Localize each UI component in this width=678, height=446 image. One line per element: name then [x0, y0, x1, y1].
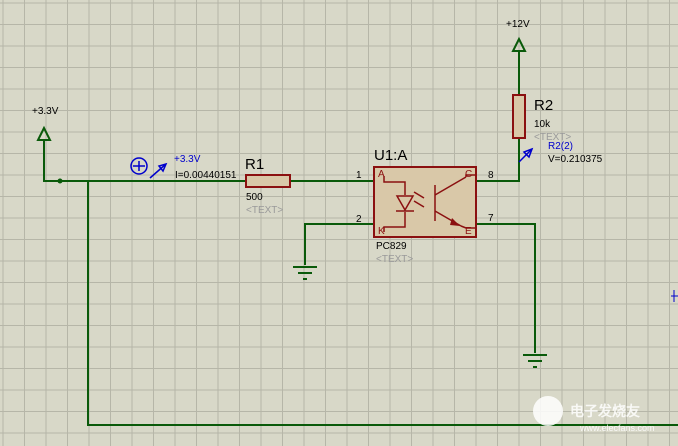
pin-number-8: 8 — [488, 170, 494, 181]
r1-text-placeholder: <TEXT> — [246, 205, 283, 216]
pin-number-1: 1 — [356, 170, 362, 181]
pin-label-collector: C — [465, 169, 472, 180]
resistor-r2[interactable]: R2 10k <TEXT> — [512, 94, 571, 143]
junction-dot — [57, 178, 63, 184]
voltage-probe-name: R2(2) — [548, 141, 573, 152]
ground-symbol-right[interactable] — [523, 354, 547, 368]
optocoupler-u1[interactable]: U1:A PC829 <TEXT> 1 2 8 7 A K C E — [356, 147, 494, 265]
wire-pin2-to-ground — [304, 223, 374, 265]
watermark-logo-icon — [533, 396, 563, 426]
r2-value-label: 10k — [534, 119, 551, 130]
pin-number-2: 2 — [356, 214, 362, 225]
current-probe[interactable]: +3.3V I=0.00440151 — [130, 154, 237, 181]
r1-ref-label: R1 — [245, 156, 264, 173]
voltage-probe-reading: V=0.210375 — [548, 154, 603, 165]
pin-label-cathode: K — [378, 226, 385, 237]
r2-ref-label: R2 — [534, 97, 553, 114]
u1-part-label: PC829 — [376, 241, 407, 252]
wires — [43, 52, 678, 426]
pin-label-emitter: E — [465, 226, 472, 237]
current-probe-reading: I=0.00440151 — [175, 170, 237, 181]
u1-text-placeholder: <TEXT> — [376, 254, 413, 265]
resistor-r1[interactable]: R1 500 <TEXT> — [245, 156, 291, 216]
ground-symbol-left[interactable] — [293, 266, 317, 280]
watermark-text: 电子发烧友 — [570, 403, 640, 419]
u1-ref-label: U1:A — [374, 147, 407, 164]
schematic-canvas[interactable]: +3.3V +12V R1 500 <TEXT> R2 10k <TEXT> U… — [0, 0, 678, 446]
offscreen-marker-icon — [671, 290, 678, 302]
watermark: 电子发烧友 www.elecfans.com — [533, 396, 655, 433]
pin-number-7: 7 — [488, 213, 494, 224]
watermark-url: www.elecfans.com — [579, 423, 655, 433]
pin-label-anode: A — [378, 169, 385, 180]
power-label-12v: +12V — [506, 19, 530, 30]
current-probe-net: +3.3V — [174, 154, 201, 165]
r1-value-label: 500 — [246, 192, 263, 203]
power-terminal-3v3[interactable]: +3.3V — [32, 106, 59, 150]
wire-pin7-to-ground — [476, 223, 536, 353]
power-label-3v3: +3.3V — [32, 106, 59, 117]
